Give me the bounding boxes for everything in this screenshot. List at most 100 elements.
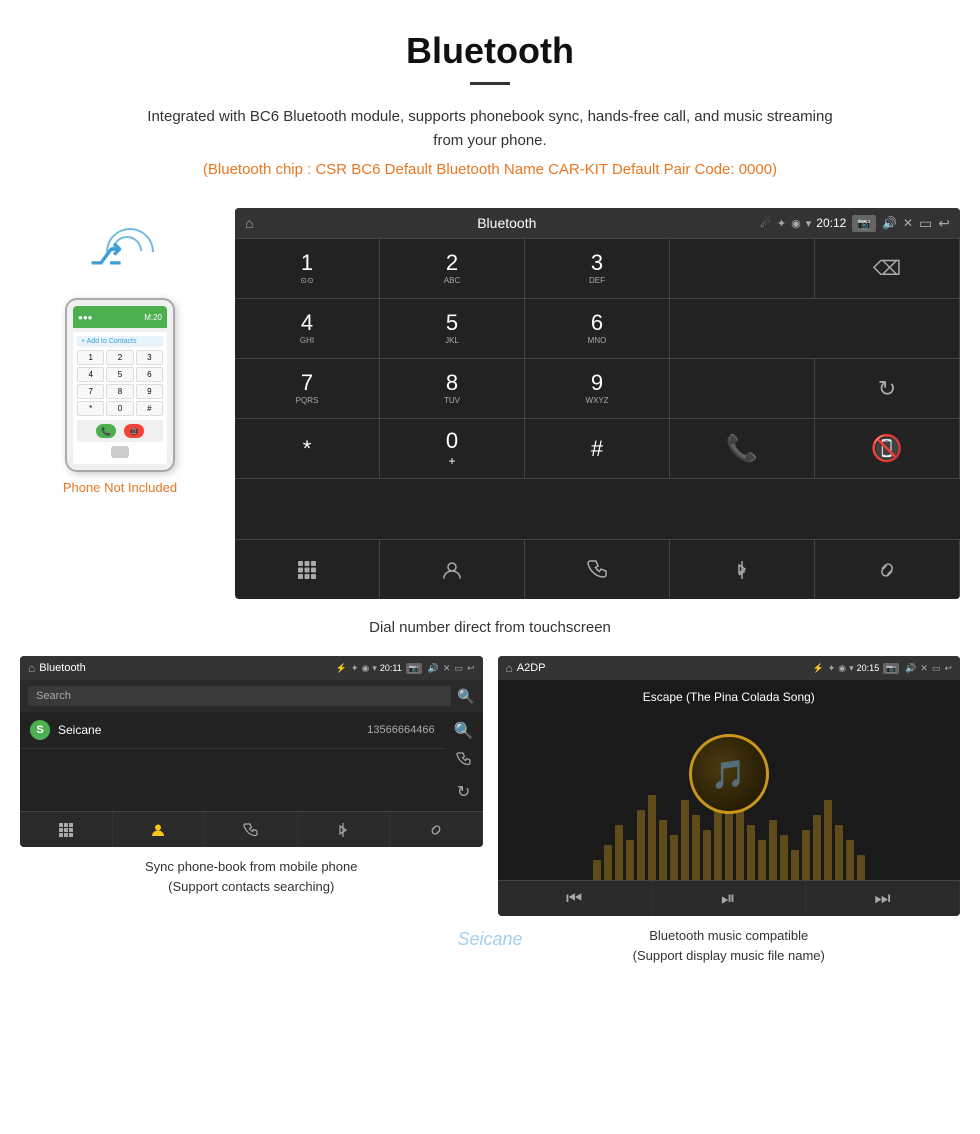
pb-action-link[interactable] (390, 812, 483, 847)
search-input[interactable]: Search (28, 686, 451, 706)
phone-key-7: 7 (77, 384, 104, 399)
phonebook-block: ⌂ Bluetooth ⚡ ✦ ◉ ▾ 20:11 📷 🔊 ✕ ▭ ↩ (20, 656, 483, 965)
phone-end-btn: 📵 (124, 424, 144, 438)
pb-action-phone[interactable] (205, 812, 298, 847)
vis-bar (703, 830, 711, 880)
contact-row[interactable]: S Seicane 13566664466 (20, 712, 445, 749)
pb-right-search[interactable]: 🔍 (451, 718, 477, 744)
action-phone[interactable] (525, 540, 670, 599)
phone-key-0: 0 (106, 401, 133, 416)
dial-empty-1 (670, 239, 815, 299)
pb-action-bt[interactable] (298, 812, 391, 847)
pb-right-refresh[interactable]: ↻ (454, 779, 473, 805)
status-time: 20:12 (816, 216, 846, 230)
dial-key-hash[interactable]: # (525, 419, 670, 479)
dial-empty-3 (670, 359, 815, 419)
music-vol[interactable]: 🔊 (905, 663, 916, 674)
phonebook-caption: Sync phone-book from mobile phone (Suppo… (145, 857, 357, 896)
phonebook-right-icons: 🔍 ↻ (445, 712, 483, 811)
location-icon: ◉ (791, 217, 801, 230)
bottom-screenshots: ⌂ Bluetooth ⚡ ✦ ◉ ▾ 20:11 📷 🔊 ✕ ▭ ↩ (0, 656, 980, 965)
music-controls: ⏮ ⏯ ⏭ (498, 880, 961, 916)
music-play-pause[interactable]: ⏯ (652, 881, 806, 916)
contact-name: Seicane (58, 723, 359, 737)
vis-bar (780, 835, 788, 880)
music-usb: ⚡ (813, 663, 824, 674)
phone-not-included-label: Phone Not Included (63, 480, 177, 495)
music-back[interactable]: ↩ (944, 663, 952, 674)
phone-key-9: 9 (136, 384, 163, 399)
phone-status-dots: ●●● (78, 313, 93, 322)
home-icon[interactable]: ⌂ (245, 215, 253, 231)
pb-action-user[interactable] (113, 812, 206, 847)
music-win[interactable]: ▭ (932, 663, 941, 674)
x-icon[interactable]: ✕ (903, 216, 913, 230)
bottom-screenshots-wrap: ⌂ Bluetooth ⚡ ✦ ◉ ▾ 20:11 📷 🔊 ✕ ▭ ↩ (0, 656, 980, 965)
pb-back[interactable]: ↩ (467, 663, 475, 674)
dial-bottom-actions (235, 539, 960, 599)
dial-call-btn[interactable]: 📞 (670, 419, 815, 479)
dial-delete-btn[interactable]: ⌫ (815, 239, 960, 299)
dial-key-5[interactable]: 5 JKL (380, 299, 525, 359)
music-x[interactable]: ✕ (920, 663, 928, 674)
phonebook-content: S Seicane 13566664466 🔍 ↻ (20, 712, 483, 811)
vis-bar (593, 860, 601, 880)
pb-usb: ⚡ (336, 663, 347, 674)
pb-right-call[interactable] (453, 748, 475, 775)
dial-key-8[interactable]: 8 TUV (380, 359, 525, 419)
dial-keypad-grid: 1 ⊙⊙ 2 ABC 3 DEF ⌫ 4 GHI 5 JKL (235, 238, 960, 539)
window-icon[interactable]: ▭ (919, 215, 932, 232)
phone-bottom-bar: 📞 📵 (77, 420, 163, 442)
camera-icon[interactable]: 📷 (852, 215, 876, 232)
phonebook-screen: ⌂ Bluetooth ⚡ ✦ ◉ ▾ 20:11 📷 🔊 ✕ ▭ ↩ (20, 656, 483, 847)
action-contacts[interactable] (380, 540, 525, 599)
phonebook-statusbar: ⌂ Bluetooth ⚡ ✦ ◉ ▾ 20:11 📷 🔊 ✕ ▭ ↩ (20, 656, 483, 680)
vis-bar (769, 820, 777, 880)
action-link[interactable] (815, 540, 960, 599)
action-bluetooth[interactable] (670, 540, 815, 599)
dial-key-0[interactable]: 0 + (380, 419, 525, 479)
dial-key-4[interactable]: 4 GHI (235, 299, 380, 359)
dial-key-6[interactable]: 6 MNO (525, 299, 670, 359)
phonebook-caption-line1: Sync phone-book from mobile phone (145, 859, 357, 874)
phone-home-btn (111, 446, 129, 458)
pb-win[interactable]: ▭ (454, 663, 463, 674)
music-next[interactable]: ⏭ (806, 881, 960, 916)
pb-x[interactable]: ✕ (443, 663, 451, 674)
dial-key-2[interactable]: 2 ABC (380, 239, 525, 299)
dial-endcall-btn[interactable]: 📵 (815, 419, 960, 479)
back-icon[interactable]: ↩ (938, 215, 950, 232)
main-section: ⎇ ●●● M:20 + Add to Contacts 1 2 3 4 5 6… (0, 188, 980, 609)
contact-number: 13566664466 (367, 724, 434, 736)
pb-home-icon[interactable]: ⌂ (28, 661, 35, 675)
music-prev[interactable]: ⏮ (498, 881, 652, 916)
pb-action-grid[interactable] (20, 812, 113, 847)
pb-status-icons: ✦ ◉ ▾ 20:11 (351, 663, 402, 674)
phone-key-1: 1 (77, 350, 104, 365)
vis-bar (648, 795, 656, 880)
vis-bar (802, 830, 810, 880)
search-icon-btn[interactable]: 🔍 (457, 688, 474, 705)
dial-key-star[interactable]: * (235, 419, 380, 479)
music-home-icon[interactable]: ⌂ (506, 661, 513, 675)
usb-icon: ☄ (760, 216, 771, 230)
bluetooth-waves: ⎇ (80, 228, 160, 288)
dial-key-7[interactable]: 7 PQRS (235, 359, 380, 419)
volume-icon[interactable]: 🔊 (882, 216, 897, 230)
dial-empty-2 (670, 299, 960, 359)
pb-cam[interactable]: 📷 (406, 663, 422, 674)
dial-key-3[interactable]: 3 DEF (525, 239, 670, 299)
music-album-art: 🎵 (689, 734, 769, 814)
phone-body: ●●● M:20 + Add to Contacts 1 2 3 4 5 6 7… (65, 298, 175, 472)
pb-title: Bluetooth (39, 662, 331, 674)
dial-refresh-btn[interactable]: ↻ (815, 359, 960, 419)
action-keypad[interactable] (235, 540, 380, 599)
header-divider (470, 82, 510, 85)
dial-key-9[interactable]: 9 WXYZ (525, 359, 670, 419)
vis-bar (626, 840, 634, 880)
music-loc: ◉ (838, 663, 846, 674)
music-cam[interactable]: 📷 (883, 663, 899, 674)
pb-vol[interactable]: 🔊 (428, 663, 439, 674)
dial-key-1[interactable]: 1 ⊙⊙ (235, 239, 380, 299)
vis-bar (758, 840, 766, 880)
